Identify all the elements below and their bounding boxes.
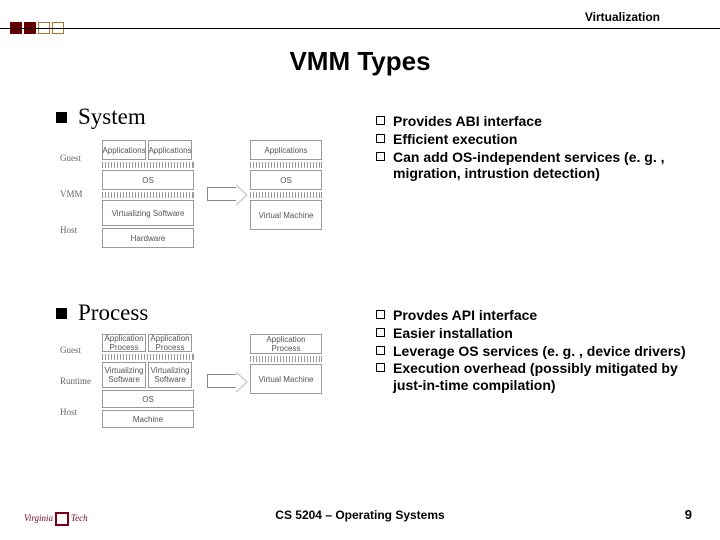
diagram-box: Virtual Machine [250,200,322,230]
open-square-icon [376,152,385,161]
diagram-right-stack: Application Process Virtual Machine [250,334,322,428]
bullet-square-icon [56,112,67,123]
list-item: Easier installation [376,325,696,342]
section-label-system: System [78,104,146,130]
process-bullet-list: Provdes API interface Easier installatio… [376,306,696,395]
list-item: Execution overhead (possibly mitigated b… [376,360,696,394]
diagram-box: OS [102,390,194,408]
diagram-box: Applications [148,140,192,160]
wavy-divider-icon [102,354,194,360]
list-item: Efficient execution [376,131,696,148]
slide-title: VMM Types [0,46,720,77]
diagram-box: OS [250,170,322,190]
footer-page-number: 9 [685,507,692,522]
header-title: Virtualization [585,10,660,24]
diagram-row-labels: Guest VMM Host [60,140,96,248]
wavy-divider-icon [250,162,322,168]
open-square-icon [376,346,385,355]
diagram-box: Virtualizing Software [102,362,146,388]
diagram-box: Machine [102,410,194,428]
diagram-box: Virtualizing Software [102,200,194,226]
wavy-divider-icon [102,192,194,198]
open-square-icon [376,310,385,319]
open-square-icon [376,134,385,143]
process-diagram: Guest Runtime Host Application Process A… [60,334,322,428]
footer-course: CS 5204 – Operating Systems [0,508,720,522]
open-square-icon [376,328,385,337]
diagram-box: Application Process [250,334,322,354]
diagram-box: Virtual Machine [250,364,322,394]
diagram-right-stack: Applications OS Virtual Machine [250,140,322,248]
wavy-divider-icon [102,162,194,168]
diagram-box: Applications [250,140,322,160]
arrow-right-icon [207,374,237,388]
list-item: Can add OS-independent services (e. g. ,… [376,149,696,183]
system-bullet-list: Provides ABI interface Efficient executi… [376,112,696,183]
diagram-box: Applications [102,140,146,160]
diagram-box: Application Process [148,334,192,352]
bullet-square-icon [56,308,67,319]
diagram-box: Hardware [102,228,194,248]
diagram-box: Virtualizing Software [148,362,192,388]
wavy-divider-icon [250,356,322,362]
arrow-right-icon [207,187,237,201]
system-diagram: Guest VMM Host Applications Applications… [60,140,322,248]
diagram-box: Application Process [102,334,146,352]
list-item: Leverage OS services (e. g. , device dri… [376,343,696,360]
diagram-left-stack: Applications Applications OS Virtualizin… [102,140,194,248]
section-label-process: Process [78,300,148,326]
diagram-box: OS [102,170,194,190]
diagram-left-stack: Application Process Application Process … [102,334,194,428]
diagram-row-labels: Guest Runtime Host [60,334,96,428]
list-item: Provides ABI interface [376,113,696,130]
wavy-divider-icon [250,192,322,198]
open-square-icon [376,116,385,125]
open-square-icon [376,363,385,372]
header-divider [0,28,720,29]
list-item: Provdes API interface [376,307,696,324]
